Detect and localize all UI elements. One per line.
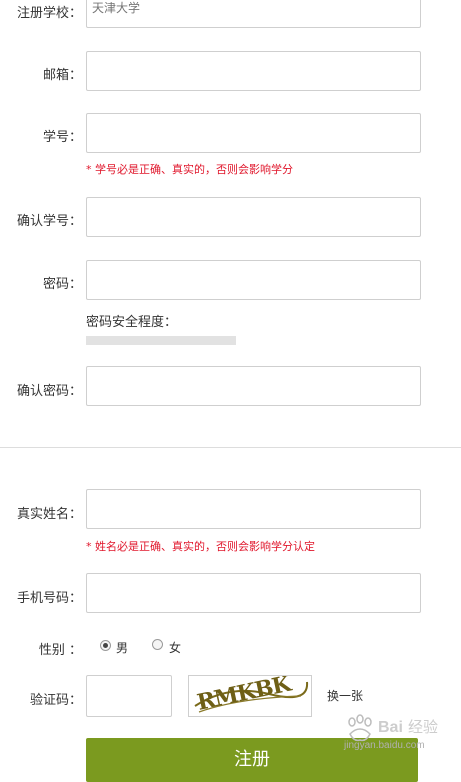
school-input[interactable]: [86, 0, 421, 28]
student-id-label: 学号：: [42, 130, 82, 145]
confirm-password-input[interactable]: [86, 366, 421, 406]
confirm-student-id-label: 确认学号：: [16, 214, 82, 229]
email-label: 邮箱：: [42, 68, 82, 83]
svg-text:jingyan.baidu.com: jingyan.baidu.com: [343, 740, 425, 751]
section-divider: [0, 447, 461, 448]
baidu-jingyan-watermark: Bai 经验 jingyan.baidu.com: [338, 712, 460, 758]
captcha-input[interactable]: [86, 675, 172, 717]
password-strength-label: 密码安全程度：: [86, 315, 178, 330]
phone-label: 手机号码：: [16, 591, 82, 606]
student-id-input[interactable]: [86, 113, 421, 153]
real-name-hint: * 姓名必是正确、真实的，否则会影响学分认定: [86, 540, 315, 553]
svg-text:Bai: Bai: [378, 719, 403, 736]
gender-radio-female[interactable]: [152, 639, 163, 650]
svg-text:经验: 经验: [408, 718, 438, 736]
password-label: 密码：: [42, 277, 82, 292]
gender-option-female-label: 女: [169, 641, 182, 655]
captcha-label: 验证码：: [29, 693, 82, 708]
gender-label: 性别 ：: [38, 643, 82, 658]
real-name-input[interactable]: [86, 489, 421, 529]
school-label: 注册学校：: [16, 6, 82, 21]
student-id-hint: * 学号必是正确、真实的，否则会影响学分: [86, 163, 293, 176]
password-strength-bar: [86, 336, 236, 345]
captcha-text: RMKBK: [195, 676, 295, 716]
confirm-password-label: 确认密码：: [16, 384, 82, 399]
email-input[interactable]: [86, 51, 421, 91]
gender-option-male-label: 男: [116, 641, 129, 655]
captcha-image[interactable]: RMKBK: [188, 675, 312, 717]
confirm-student-id-input[interactable]: [86, 197, 421, 237]
phone-input[interactable]: [86, 573, 421, 613]
real-name-label: 真实姓名：: [16, 507, 82, 522]
captcha-refresh-link[interactable]: 换一张: [327, 687, 363, 704]
password-input[interactable]: [86, 260, 421, 300]
gender-radio-male[interactable]: [100, 640, 111, 651]
